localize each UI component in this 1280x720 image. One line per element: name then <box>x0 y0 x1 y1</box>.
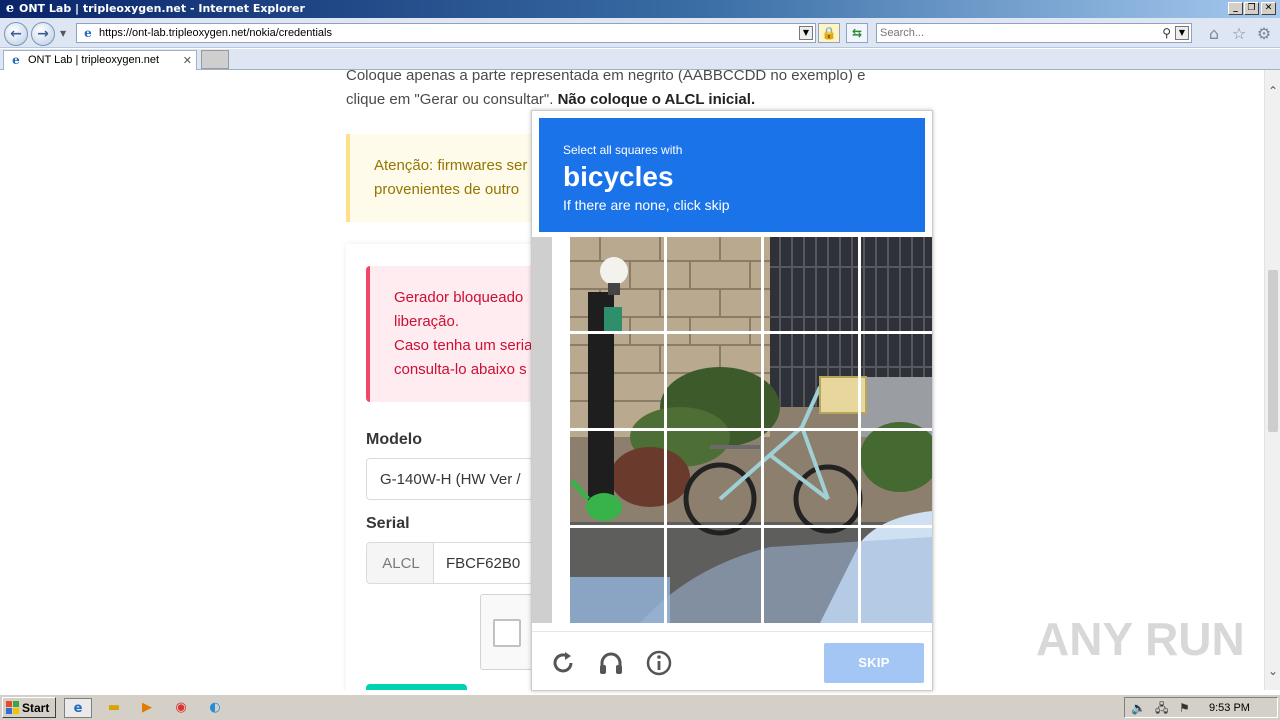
window-titlebar: e ONT Lab | tripleoxygen.net - Internet … <box>0 0 1280 18</box>
audio-icon[interactable] <box>597 649 625 677</box>
challenge-tile[interactable] <box>764 528 858 622</box>
ie-icon[interactable]: e <box>64 698 92 718</box>
challenge-tile[interactable] <box>570 237 664 331</box>
challenge-tile[interactable] <box>861 237 932 331</box>
challenge-tile[interactable] <box>764 237 858 331</box>
start-button[interactable]: Start <box>2 697 56 718</box>
search-icon[interactable]: ⚲ <box>1162 25 1171 41</box>
network-icon[interactable]: 🖧 <box>1155 700 1168 716</box>
model-label: Modelo <box>366 431 422 448</box>
challenge-tile[interactable] <box>667 431 761 525</box>
tab-label[interactable]: ONT Lab | tripleoxygen.net <box>28 54 159 67</box>
recaptcha-checkbox[interactable] <box>493 619 521 647</box>
taskbar: Start e ▬ ▶ ◉ ◐ 🔈 🖧 ⚑ 9:53 PM <box>0 694 1280 720</box>
close-window-button[interactable]: ✕ <box>1261 2 1276 15</box>
media-player-icon[interactable]: ▶ <box>133 698 161 718</box>
refresh-button[interactable]: ⇆ <box>846 23 868 43</box>
restore-button[interactable]: ❐ <box>1244 2 1259 15</box>
minimize-button[interactable]: _ <box>1228 2 1243 15</box>
warning-line-1: Atenção: firmwares ser <box>374 157 528 174</box>
challenge-target: bicycles <box>563 161 674 192</box>
lock-icon[interactable]: 🔒 <box>818 23 840 43</box>
windows-flag-icon <box>6 701 19 714</box>
skip-button[interactable]: SKIP <box>824 643 924 683</box>
challenge-tile[interactable] <box>764 334 858 428</box>
challenge-tile[interactable] <box>667 334 761 428</box>
navigation-bar: ← → ▼ e https://ont-lab.tripleoxygen.net… <box>0 18 1280 48</box>
challenge-tile[interactable] <box>764 431 858 525</box>
volume-icon[interactable]: 🔈 <box>1131 700 1146 716</box>
new-tab-button[interactable] <box>201 50 229 69</box>
challenge-footer: SKIP <box>532 631 932 690</box>
intro-line-2-text: clique em "Gerar ou consultar". <box>346 91 554 108</box>
action-center-flag-icon[interactable]: ⚑ <box>1179 700 1190 716</box>
serial-prefix-addon: ALCL <box>366 542 434 584</box>
challenge-image-grid <box>532 237 932 625</box>
anyrun-watermark: ANY RUN <box>1036 613 1245 665</box>
start-label[interactable]: Start <box>22 701 49 715</box>
system-tray: 🔈 🖧 ⚑ 9:53 PM <box>1124 697 1278 718</box>
tab-close-icon[interactable]: ✕ <box>183 54 192 67</box>
home-icon[interactable]: ⌂ <box>1204 24 1224 44</box>
vertical-scrollbar[interactable]: ⌃ ⌄ <box>1264 70 1280 690</box>
ie-logo-icon: e <box>5 1 15 16</box>
challenge-hint: If there are none, click skip <box>563 197 730 213</box>
intro-line-2: clique em "Gerar ou consultar". Não colo… <box>346 88 906 112</box>
address-dropdown-icon[interactable]: ▼ <box>799 26 813 40</box>
challenge-header: Select all squares with bicycles If ther… <box>539 118 925 232</box>
recaptcha-challenge: Select all squares with bicycles If ther… <box>531 110 933 691</box>
blocked-line-2: liberação. <box>394 313 460 330</box>
search-box[interactable]: ⚲ ▼ <box>876 23 1192 43</box>
tab-bar: e ONT Lab | tripleoxygen.net ✕ <box>0 49 1280 70</box>
challenge-tile[interactable] <box>570 431 664 525</box>
scrollbar-thumb[interactable] <box>1268 270 1278 432</box>
previous-image-edge <box>532 237 552 623</box>
blocked-line-4: consulta-lo abaixo s <box>394 361 527 378</box>
back-button[interactable]: ← <box>4 22 28 46</box>
address-url[interactable]: https://ont-lab.tripleoxygen.net/nokia/c… <box>99 27 332 40</box>
chrome-icon[interactable]: ◉ <box>167 698 195 718</box>
serial-label: Serial <box>366 515 410 532</box>
blocked-line-3: Caso tenha um seria <box>394 337 533 354</box>
challenge-tile[interactable] <box>861 528 932 622</box>
intro-text: Coloque apenas a parte representada em n… <box>346 70 906 112</box>
intro-line-2-bold: Não coloque o ALCL inicial. <box>557 91 756 108</box>
serial-input-value[interactable]: FBCF62B0 <box>446 554 520 574</box>
warning-line-2: provenientes de outro <box>374 181 520 198</box>
challenge-tile[interactable] <box>861 334 932 428</box>
history-dropdown-icon[interactable]: ▼ <box>60 30 66 38</box>
challenge-tile[interactable] <box>570 334 664 428</box>
intro-line-1: Coloque apenas a parte representada em n… <box>346 70 866 84</box>
serial-prefix: ALCL <box>382 555 420 572</box>
scroll-up-icon[interactable]: ⌃ <box>1265 84 1280 98</box>
forward-button[interactable]: → <box>31 22 55 46</box>
address-bar[interactable]: e https://ont-lab.tripleoxygen.net/nokia… <box>76 23 816 43</box>
tab-ont-lab[interactable]: e ONT Lab | tripleoxygen.net ✕ <box>3 50 197 70</box>
edge-icon[interactable]: ◐ <box>201 698 229 718</box>
settings-gear-icon[interactable]: ⚙ <box>1254 24 1274 44</box>
blocked-line-1: Gerador bloqueado <box>394 289 524 306</box>
model-select-value[interactable]: G-140W-H (HW Ver / <box>380 470 521 490</box>
scroll-down-icon[interactable]: ⌄ <box>1265 664 1280 678</box>
favorites-star-icon[interactable]: ☆ <box>1229 24 1249 44</box>
search-input[interactable] <box>880 26 1150 40</box>
screen: e ONT Lab | tripleoxygen.net - Internet … <box>0 0 1280 720</box>
reload-icon[interactable] <box>549 649 577 677</box>
tab-favicon-icon: e <box>12 53 20 67</box>
challenge-instruction: Select all squares with <box>563 143 683 157</box>
folder-icon[interactable]: ▬ <box>100 698 128 718</box>
search-dropdown-icon[interactable]: ▼ <box>1175 26 1189 40</box>
page-icon: e <box>84 26 92 40</box>
challenge-tile[interactable] <box>667 237 761 331</box>
challenge-tile[interactable] <box>861 431 932 525</box>
window-title: ONT Lab | tripleoxygen.net - Internet Ex… <box>19 2 305 15</box>
clock: 9:53 PM <box>1209 702 1250 714</box>
challenge-tile[interactable] <box>570 528 664 622</box>
generate-button[interactable] <box>366 684 467 690</box>
challenge-tile[interactable] <box>667 528 761 622</box>
info-icon[interactable] <box>645 649 673 677</box>
